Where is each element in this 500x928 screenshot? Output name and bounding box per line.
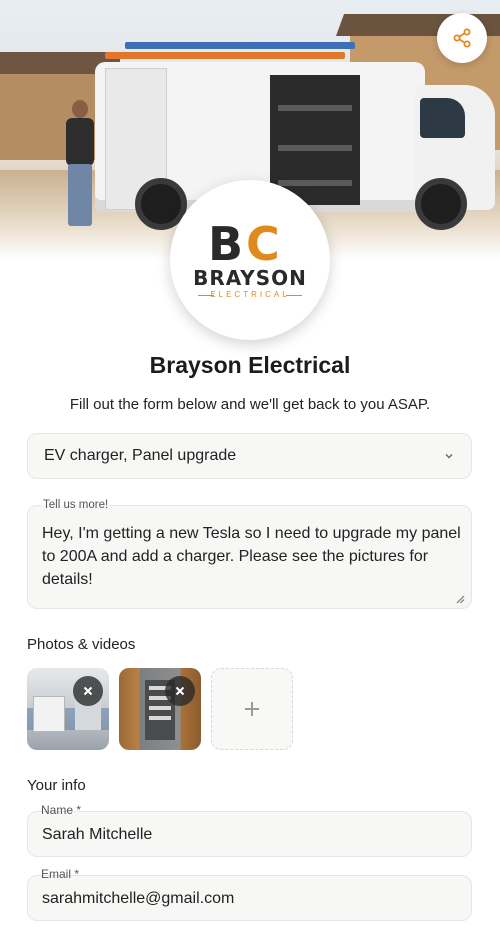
media-section-title: Photos & videos: [27, 636, 136, 653]
email-label: Email *: [41, 867, 80, 881]
svg-text:C: C: [246, 220, 280, 264]
resize-handle-icon[interactable]: [455, 594, 465, 604]
plus-icon: [245, 702, 259, 716]
details-label: Tell us more!: [41, 499, 111, 511]
email-field[interactable]: sarahmitchelle@gmail.com: [27, 875, 472, 921]
business-name: Brayson Electrical: [149, 352, 351, 378]
business-logo: B C BRAYSON ELECTRICAL: [170, 180, 330, 340]
remove-photo-button[interactable]: [165, 676, 195, 706]
details-text: Hey, I'm getting a new Tesla so I need t…: [42, 525, 461, 588]
name-label: Name *: [41, 803, 82, 817]
name-field[interactable]: Sarah Mitchelle: [27, 811, 472, 857]
garage-photo-thumbnail[interactable]: [27, 668, 109, 750]
logo-wordmark: BRAYSON: [193, 266, 307, 290]
close-icon: [83, 686, 93, 696]
add-media-button[interactable]: [211, 668, 293, 750]
email-value: sarahmitchelle@gmail.com: [42, 890, 235, 907]
logo-initials-mark: B C: [208, 220, 280, 264]
hero-worker: [62, 100, 98, 230]
remove-photo-button[interactable]: [73, 676, 103, 706]
name-value: Sarah Mitchelle: [42, 826, 153, 843]
share-button[interactable]: [437, 13, 487, 63]
details-textarea[interactable]: Hey, I'm getting a new Tesla so I need t…: [27, 505, 472, 609]
your-info-title: Your info: [27, 777, 86, 794]
service-select[interactable]: EV charger, Panel upgrade: [27, 433, 472, 479]
service-select-value: EV charger, Panel upgrade: [44, 447, 237, 464]
share-icon: [453, 28, 471, 48]
form-intro: Fill out the form below and we'll get ba…: [69, 396, 431, 413]
panel-photo-thumbnail[interactable]: [119, 668, 201, 750]
svg-text:B: B: [208, 220, 243, 264]
chevron-down-icon: [445, 454, 453, 459]
logo-subtitle: ELECTRICAL: [190, 290, 310, 299]
close-icon: [175, 686, 185, 696]
